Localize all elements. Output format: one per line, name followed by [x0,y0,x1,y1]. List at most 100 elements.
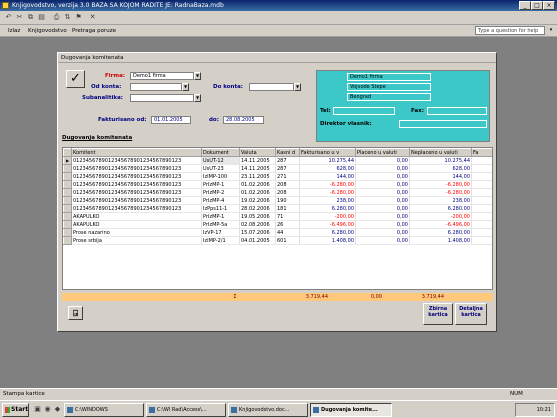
copy-icon[interactable]: ⧉ [26,13,35,22]
table-cell[interactable] [471,172,492,181]
table-row[interactable]: AKAPULKO PrIzMP-5a 02.08.2006 26 -6.496,00 0,… [63,220,492,229]
table-cell[interactable]: 01.02.2006 [239,188,276,197]
confirm-check-button[interactable]: ✓ [66,70,85,88]
table-cell[interactable]: 02.08.2006 [239,220,276,229]
table-cell[interactable]: 601 [275,236,300,245]
menu-item-pretraga[interactable]: Pretraga poruze [72,26,116,36]
help-dropdown-icon[interactable]: ▾ [547,26,555,35]
detaljna-kartica-button[interactable]: Detaljna kartica [455,303,487,325]
table-cell[interactable]: 0123456789012345678901234567890123 [71,164,202,173]
table-row[interactable]: 0123456789012345678901234567890123 PrIzMP… [63,196,492,205]
table-cell[interactable]: 0,00 [355,172,410,181]
table-cell[interactable]: 6.280,00 [299,204,356,213]
table-cell[interactable]: 0123456789012345678901234567890123 [71,172,202,181]
column-header[interactable]: Komitent [71,148,202,157]
close-button[interactable]: × [543,1,555,10]
table-cell[interactable]: 628,00 [409,164,472,173]
table-cell[interactable]: 628,00 [299,164,356,173]
table-cell[interactable]: 190 [275,196,300,205]
table-cell[interactable] [471,164,492,173]
table-cell[interactable]: -200,00 [299,212,356,221]
explorer-icon[interactable]: ◉ [43,405,52,414]
sort-icon[interactable]: ⇅ [63,13,72,22]
minimize-button[interactable]: _ [519,1,531,10]
table-cell[interactable] [471,180,492,189]
table-row[interactable]: Prose nazarino IzVP-17 15.07.2006 44 6.280,0… [63,228,492,237]
menu-item-knjigovodstvo[interactable]: Knjigovodstvo [28,26,67,36]
table-cell[interactable]: 0123456789012345678901234567890123 [71,188,202,197]
table-cell[interactable]: 19.05.2006 [239,212,276,221]
table-row[interactable]: Prose srbija IzIMP-2/1 04.01.2005 601 1.408,… [63,236,492,245]
table-cell[interactable]: 0,00 [355,212,410,221]
start-button[interactable]: Start [2,403,29,417]
table-cell[interactable]: 0123456789012345678901234567890123 [71,156,202,165]
desktop-icon[interactable]: ▣ [33,405,42,414]
table-cell[interactable]: -6.280,00 [409,188,472,197]
table-cell[interactable]: 0123456789012345678901234567890123 [71,196,202,205]
table-cell[interactable]: 01.02.2006 [239,180,276,189]
cut-icon[interactable]: ✂ [15,13,24,22]
table-cell[interactable]: 0,00 [355,188,410,197]
quicklaunch-icon[interactable]: ◆ [53,405,62,414]
table-row[interactable]: ▶ 0123456789012345678901234567890123 UsUT-… [63,156,492,165]
row-selector[interactable] [63,188,72,197]
menu-item-izlaz[interactable]: Izlaz [8,26,20,36]
table-cell[interactable] [471,228,492,237]
table-row[interactable]: AKAPULKO PrIzMP-1 19.05.2006 71 -200,00 0,00-… [63,212,492,221]
table-cell[interactable]: Prose nazarino [71,228,202,237]
table-cell[interactable]: 6.280,00 [409,204,472,213]
debts-grid[interactable]: Komitent Dokument Valuta Kasni d Fakturi… [62,147,493,290]
table-row[interactable]: 0123456789012345678901234567890123 PrIzMP… [63,180,492,189]
row-selector[interactable] [63,212,72,221]
row-selector[interactable] [63,236,72,245]
table-cell[interactable] [471,188,492,197]
column-header[interactable]: Valuta [239,148,276,157]
table-cell[interactable]: 0,00 [355,164,410,173]
table-row[interactable]: 0123456789012345678901234567890123 UsUT-2… [63,164,492,173]
undo-icon[interactable]: ↶ [4,13,13,22]
table-cell[interactable]: 0,00 [355,156,410,165]
table-cell[interactable]: IzPps11-1 [201,204,240,213]
task-button-windows[interactable]: C:\WINDOWS [64,403,144,417]
table-cell[interactable]: -6.496,00 [299,220,356,229]
table-cell[interactable]: AKAPULKO [71,220,202,229]
table-cell[interactable]: 287 [275,156,300,165]
row-selector[interactable] [63,228,72,237]
table-cell[interactable]: 0,00 [355,220,410,229]
filter-icon[interactable]: ⚑ [74,13,83,22]
table-cell[interactable] [471,156,492,165]
table-cell[interactable]: UsUT-23 [201,164,240,173]
table-cell[interactable]: PrIzMP-1 [201,180,240,189]
table-cell[interactable]: 14.11.2005 [239,156,276,165]
maximize-button[interactable]: □ [531,1,543,10]
table-cell[interactable] [471,212,492,221]
print-icon[interactable]: ⎙ [52,13,61,22]
table-cell[interactable]: 0123456789012345678901234567890123 [71,204,202,213]
table-cell[interactable]: -6.280,00 [409,180,472,189]
table-cell[interactable]: PrIzMP-5a [201,220,240,229]
table-cell[interactable]: 287 [275,164,300,173]
column-header[interactable]: Fakturisano u v [299,148,356,157]
table-cell[interactable]: 26 [275,220,300,229]
help-search-input[interactable]: Type a question for help [475,26,545,35]
date-from-field[interactable]: 01.01.2005 [151,116,191,124]
column-header[interactable]: Placeno u valuti [355,148,410,157]
column-header[interactable]: Neplaceno u valuti [409,148,472,157]
table-cell[interactable]: 208 [275,188,300,197]
table-cell[interactable]: 6.280,00 [299,228,356,237]
row-selector[interactable]: ▶ [63,156,72,165]
table-cell[interactable]: -6.280,00 [299,188,356,197]
column-header[interactable]: Kasni d [275,148,300,157]
row-selector[interactable] [63,172,72,181]
table-cell[interactable]: PrIzMP-1 [201,212,240,221]
table-cell[interactable]: 44 [275,228,300,237]
table-row[interactable]: 0123456789012345678901234567890123 IzPps1… [63,204,492,213]
delete-icon[interactable]: ✕ [88,13,97,22]
table-cell[interactable]: 0,00 [355,180,410,189]
table-cell[interactable]: 238,00 [299,196,356,205]
table-cell[interactable]: 144,00 [299,172,356,181]
table-cell[interactable]: 144,00 [409,172,472,181]
table-cell[interactable]: 0,00 [355,228,410,237]
table-cell[interactable]: PrIzMP-2 [201,188,240,197]
table-cell[interactable]: UsUT-12 [201,156,240,165]
